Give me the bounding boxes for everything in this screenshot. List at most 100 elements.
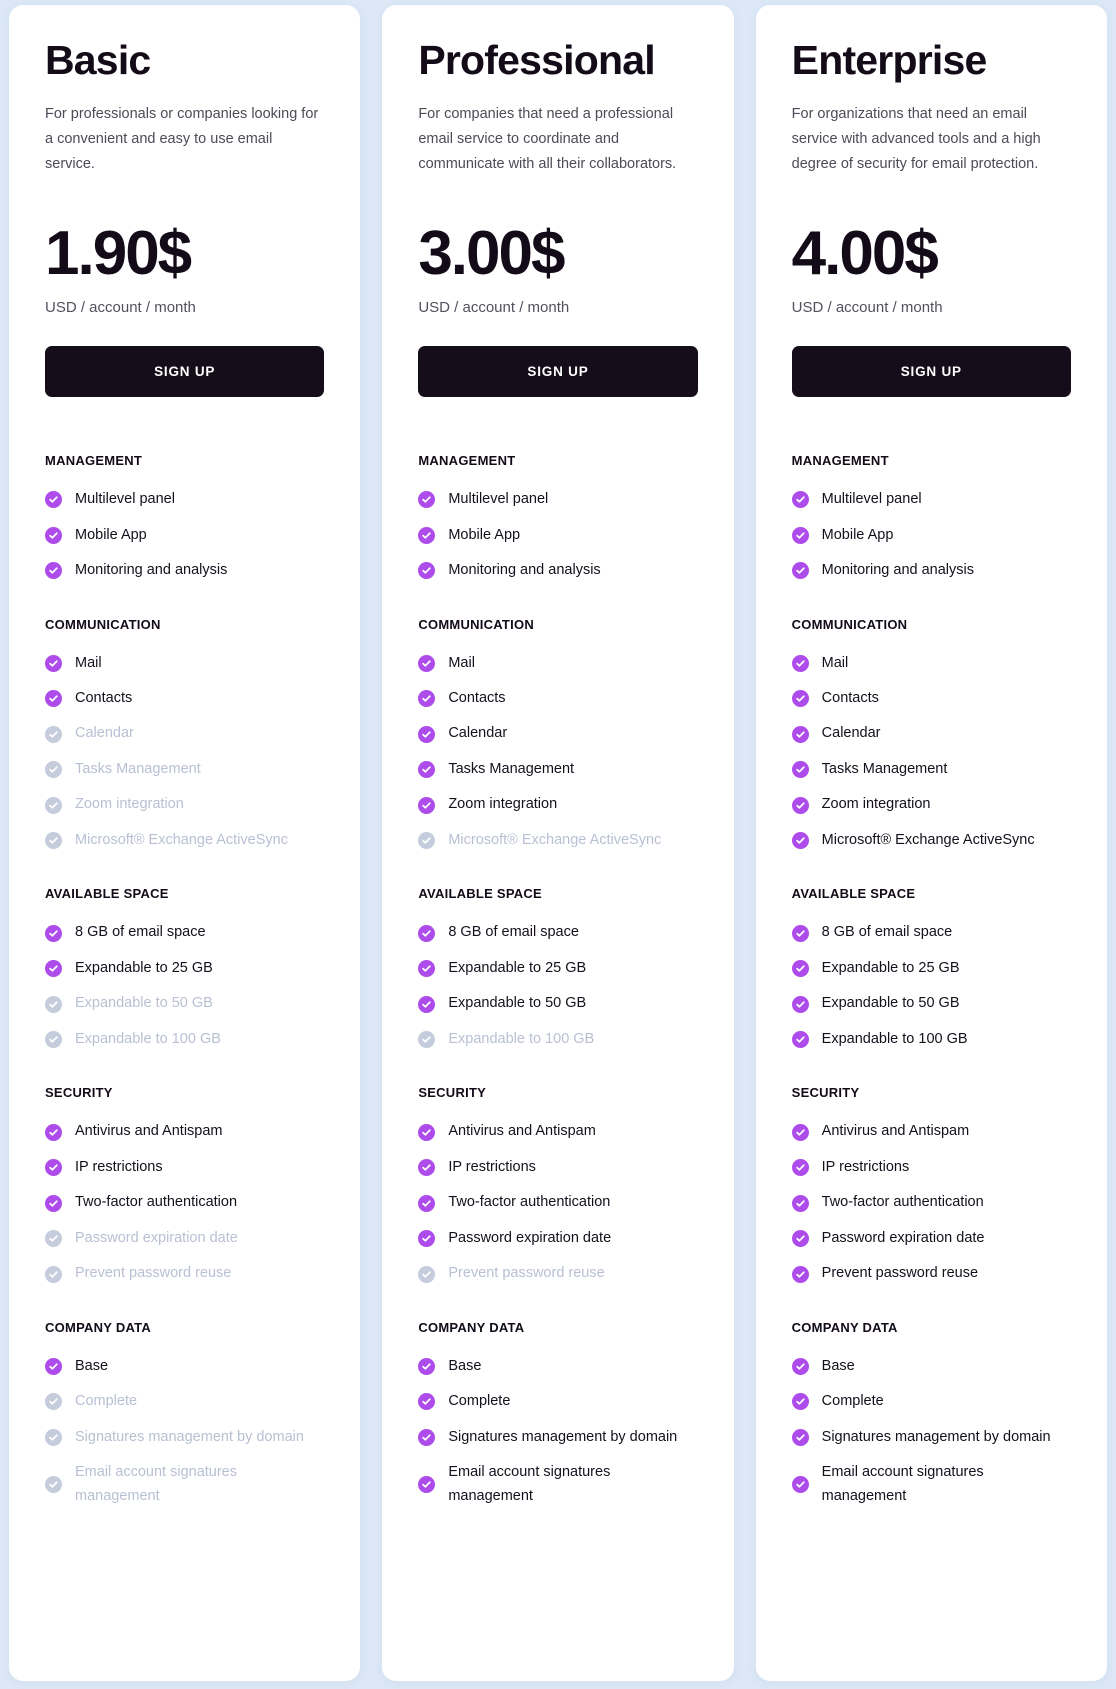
check-circle-icon <box>418 562 436 580</box>
feature-label: Mail <box>448 654 475 671</box>
feature-list: 8 GB of email space Expandable to 25 GB Ex… <box>418 915 697 1057</box>
check-circle-icon <box>418 1358 436 1375</box>
feature-item: Prevent password reuse <box>45 1256 324 1291</box>
plan-description: For professionals or companies looking f… <box>45 106 319 172</box>
plan-card-professional: Professional For companies that need a pr… <box>382 5 734 1681</box>
plan-card-enterprise: Enterprise For organizations that need an… <box>755 5 1107 1681</box>
feature-item: Expandable to 25 GB <box>45 951 324 986</box>
signup-button[interactable]: SIGN UP <box>45 346 325 398</box>
feature-section-title: COMPANY DATA <box>45 1319 152 1335</box>
check-circle-icon <box>418 1428 436 1446</box>
feature-label: Expandable to 100 GB <box>448 1030 595 1047</box>
feature-list: Base Complete Signatures management by dom… <box>418 1349 697 1514</box>
feature-item: Signatures management by domain <box>45 1420 324 1455</box>
feature-item: Mobile App <box>45 518 324 553</box>
feature-section: COMPANY DATA Base Complete Signatures manag… <box>791 1302 1071 1514</box>
feature-item: Microsoft® Exchange ActiveSync <box>418 823 697 858</box>
feature-label: Expandable to 100 GB <box>75 1030 221 1047</box>
feature-section: MANAGEMENT Multilevel panel Mobile App Moni… <box>791 435 1071 588</box>
check-circle-icon <box>418 1476 436 1494</box>
feature-section-title: MANAGEMENT <box>45 453 143 469</box>
feature-item: Expandable to 50 GB <box>45 986 324 1021</box>
feature-label: 8 GB of email space <box>821 924 953 941</box>
feature-label: Calendar <box>821 725 881 742</box>
feature-item: Tasks Management <box>791 752 1071 787</box>
feature-section-title: AVAILABLE SPACE <box>45 886 169 902</box>
check-circle-icon <box>791 761 809 779</box>
check-circle-icon <box>45 832 62 850</box>
plan-description: For companies that need a professional e… <box>418 106 677 172</box>
feature-label: Password expiration date <box>821 1229 985 1246</box>
feature-section-title: AVAILABLE SPACE <box>791 886 916 902</box>
feature-label: Microsoft® Exchange ActiveSync <box>75 831 288 848</box>
feature-item: Email account signatures management <box>418 1455 697 1514</box>
check-circle-icon <box>45 654 62 672</box>
signup-button[interactable]: SIGN UP <box>418 346 698 398</box>
feature-item: Multilevel panel <box>791 482 1071 517</box>
feature-item: Base <box>45 1349 324 1384</box>
check-circle-icon <box>791 1428 809 1446</box>
plan-name: Enterprise <box>791 37 988 83</box>
feature-list: Multilevel panel Mobile App Monitoring and… <box>418 482 697 588</box>
feature-item: Email account signatures management <box>45 1455 324 1514</box>
feature-label: Monitoring and analysis <box>75 562 228 579</box>
feature-list: Multilevel panel Mobile App Monitoring and… <box>45 482 324 588</box>
feature-section-title: SECURITY <box>418 1085 487 1101</box>
feature-label: Contacts <box>75 689 133 706</box>
signup-button[interactable]: SIGN UP <box>791 346 1071 398</box>
check-circle-icon <box>45 1393 62 1411</box>
feature-label: Tasks Management <box>75 760 201 777</box>
feature-list: Mail Contacts Calendar Tasks Management Zoom… <box>45 646 324 859</box>
feature-section-title: MANAGEMENT <box>418 453 516 469</box>
feature-label: Email account signatures management <box>75 1464 237 1504</box>
check-circle-icon <box>791 1230 809 1248</box>
feature-item: Contacts <box>418 681 697 716</box>
feature-section-title: SECURITY <box>45 1085 113 1101</box>
feature-label: Expandable to 25 GB <box>448 959 587 976</box>
check-circle-icon <box>791 924 809 942</box>
feature-section: SECURITY Antivirus and Antispam IP restric… <box>45 1067 324 1291</box>
feature-label: Contacts <box>448 689 506 706</box>
feature-label: Calendar <box>75 725 134 742</box>
feature-label: Mobile App <box>448 526 521 543</box>
plan-price-unit: USD / account / month <box>791 299 943 317</box>
feature-label: Mobile App <box>75 526 147 543</box>
check-circle-icon <box>45 960 62 978</box>
check-circle-icon <box>45 1265 62 1283</box>
feature-label: IP restrictions <box>448 1158 536 1175</box>
check-circle-icon <box>45 562 62 580</box>
feature-label: Password expiration date <box>448 1229 612 1246</box>
feature-section-title: COMPANY DATA <box>418 1319 525 1335</box>
feature-section: COMMUNICATION Mail Contacts Calendar Tasks M… <box>791 599 1071 859</box>
feature-item: Complete <box>45 1384 324 1419</box>
feature-label: Signatures management by domain <box>448 1428 678 1445</box>
check-circle-icon <box>418 924 436 942</box>
feature-label: Complete <box>448 1393 511 1410</box>
feature-item: Zoom integration <box>45 787 324 822</box>
feature-label: Complete <box>821 1393 884 1410</box>
check-circle-icon <box>45 1476 62 1494</box>
feature-label: Prevent password reuse <box>448 1265 605 1282</box>
check-circle-icon <box>45 1031 62 1049</box>
plan-card-basic: Basic For professionals or companies look… <box>9 5 361 1681</box>
feature-list: Antivirus and Antispam IP restrictions Two… <box>418 1114 697 1291</box>
check-circle-icon <box>45 1194 62 1212</box>
check-circle-icon <box>418 690 436 708</box>
check-circle-icon <box>791 1194 809 1212</box>
feature-label: Base <box>75 1357 109 1374</box>
feature-label: Email account signatures management <box>821 1464 984 1504</box>
check-circle-icon <box>45 995 62 1013</box>
feature-item: Prevent password reuse <box>418 1256 697 1291</box>
feature-item: Signatures management by domain <box>791 1420 1071 1455</box>
feature-section-title: AVAILABLE SPACE <box>418 886 542 902</box>
feature-section: SECURITY Antivirus and Antispam IP restric… <box>791 1067 1071 1291</box>
feature-item: Antivirus and Antispam <box>45 1114 324 1149</box>
feature-section: COMMUNICATION Mail Contacts Calendar Tasks M… <box>45 599 324 859</box>
feature-label: Zoom integration <box>75 796 184 813</box>
check-circle-icon <box>45 796 62 814</box>
check-circle-icon <box>418 1393 436 1411</box>
feature-item: Contacts <box>791 681 1071 716</box>
feature-label: Multilevel panel <box>75 491 175 508</box>
feature-item: Two-factor authentication <box>791 1185 1071 1220</box>
feature-section-title: COMMUNICATION <box>791 616 908 632</box>
